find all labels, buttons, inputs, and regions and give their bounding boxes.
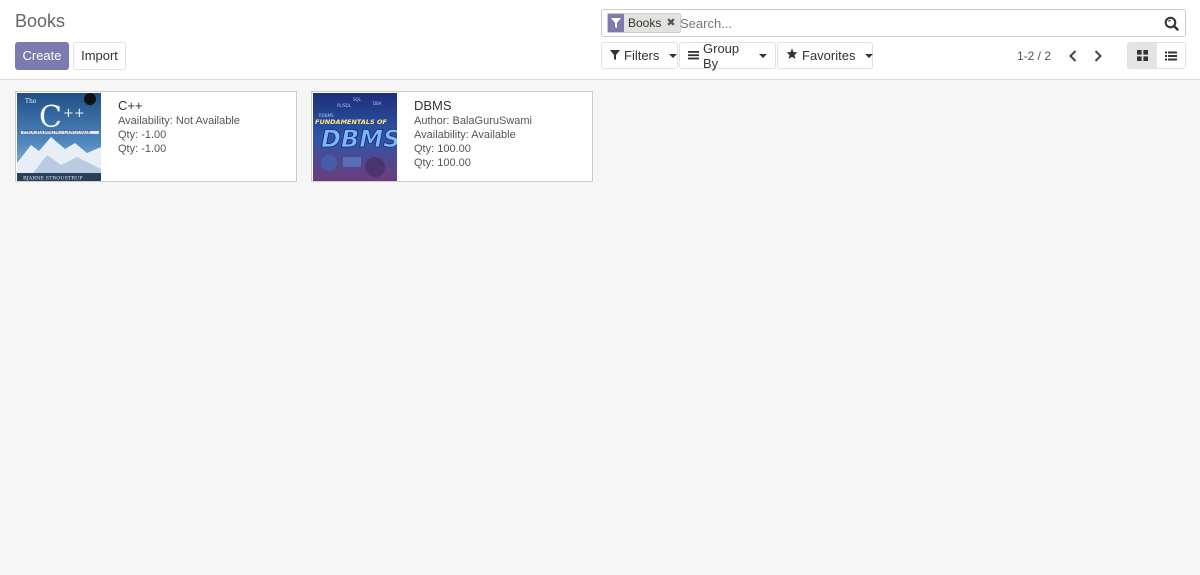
search-facet: Books ✖: [607, 13, 681, 33]
svg-text:DBMS: DBMS: [321, 125, 397, 153]
facet-label: Books: [628, 16, 662, 30]
search-input[interactable]: [680, 14, 1150, 33]
kanban-card-cpp[interactable]: The C ++ PROGRAMMING LANGUAGE BJARNE STR…: [15, 91, 297, 182]
card-qty: Qty: -1.00: [118, 129, 167, 141]
caret-down-icon: [759, 53, 767, 58]
pager-previous-icon[interactable]: [1065, 47, 1081, 64]
filters-dropdown[interactable]: Filters: [601, 42, 678, 69]
pager-value[interactable]: 1-2 / 2: [1017, 49, 1051, 63]
group-by-dropdown[interactable]: Group By: [679, 40, 776, 71]
svg-text:SQL: SQL: [353, 97, 362, 102]
import-button[interactable]: Import: [73, 42, 126, 70]
card-qty: Qty: 100.00: [414, 157, 471, 169]
svg-text:BJARNE STROUSTRUP: BJARNE STROUSTRUP: [23, 176, 83, 182]
filter-icon: [610, 48, 620, 63]
view-switcher: [1127, 42, 1186, 69]
search-icon[interactable]: [1164, 16, 1179, 31]
pager-next-icon[interactable]: [1090, 47, 1106, 64]
caret-down-icon: [865, 53, 874, 58]
caret-down-icon: [669, 53, 678, 58]
svg-text:PL/SQL: PL/SQL: [337, 103, 352, 108]
filters-label: Filters: [624, 48, 660, 63]
facet-remove-icon[interactable]: ✖: [666, 14, 675, 32]
card-availability: Availability: Available: [414, 129, 516, 141]
kanban-card-dbms[interactable]: SQL DBA PL/SQL RDBMS FUNDAMENTALS OF DBM…: [311, 91, 593, 182]
svg-text:++: ++: [63, 106, 85, 121]
card-qty: Qty: 100.00: [414, 143, 471, 155]
card-title: C++: [118, 98, 143, 113]
filter-icon: [608, 14, 624, 32]
card-author: Author: BalaGuruSwami: [414, 115, 532, 127]
svg-text:The: The: [25, 98, 37, 105]
book-cover-image: The C ++ PROGRAMMING LANGUAGE BJARNE STR…: [17, 93, 101, 181]
star-icon: [786, 48, 798, 63]
card-availability: Availability: Not Available: [118, 115, 240, 127]
kanban-view-icon[interactable]: [1128, 43, 1157, 68]
create-button[interactable]: Create: [15, 42, 69, 70]
bars-icon: [688, 48, 699, 63]
book-cover-image: SQL DBA PL/SQL RDBMS FUNDAMENTALS OF DBM…: [313, 93, 397, 181]
svg-text:DBA: DBA: [373, 101, 382, 106]
favorites-dropdown[interactable]: Favorites: [777, 42, 874, 69]
group-by-label: Group By: [703, 40, 740, 71]
search-bar: Books ✖: [601, 9, 1186, 37]
card-title: DBMS: [414, 98, 452, 113]
page-title: Books: [15, 11, 66, 31]
favorites-label: Favorites: [802, 48, 856, 63]
card-qty: Qty: -1.00: [118, 143, 167, 155]
list-view-icon[interactable]: [1156, 43, 1185, 68]
control-panel: Books Create Import Books ✖ Filters: [0, 0, 1200, 80]
svg-text:PROGRAMMING LANGUAGE: PROGRAMMING LANGUAGE: [23, 130, 91, 136]
